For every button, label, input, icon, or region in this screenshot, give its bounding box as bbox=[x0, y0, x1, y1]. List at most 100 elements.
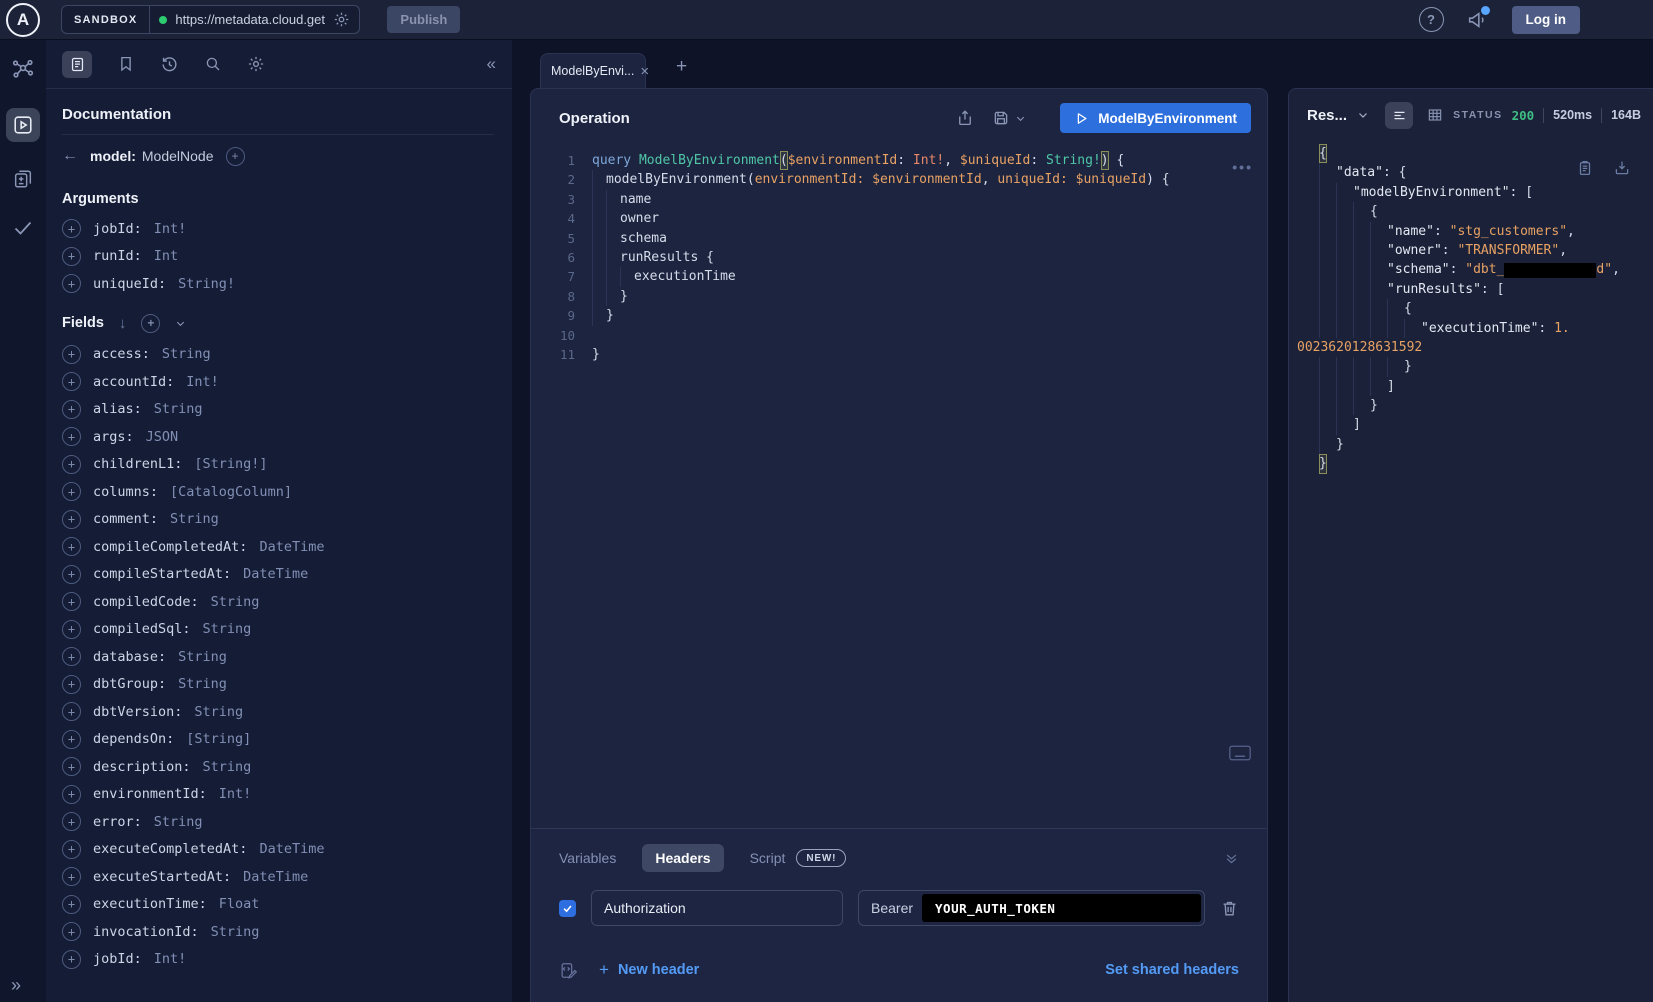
search-icon[interactable] bbox=[204, 55, 222, 73]
add-field-button[interactable]: + bbox=[62, 482, 81, 501]
doc-breadcrumb: ← model: ModelNode + bbox=[62, 137, 494, 175]
save-icon[interactable] bbox=[992, 109, 1010, 127]
add-field-button[interactable]: + bbox=[62, 922, 81, 941]
new-tab-button[interactable]: + bbox=[676, 56, 687, 78]
add-field-button[interactable]: + bbox=[62, 730, 81, 749]
add-field-button[interactable]: + bbox=[62, 592, 81, 611]
collapse-panel-icon[interactable]: « bbox=[487, 54, 496, 74]
tab-modelbyenvironment[interactable]: ModelByEnvi... × bbox=[540, 53, 646, 88]
keyboard-shortcuts-icon[interactable] bbox=[1229, 745, 1251, 761]
add-type-button[interactable]: + bbox=[226, 147, 245, 166]
field-name: compiledSql: bbox=[93, 621, 191, 637]
code-line: 1query ModelByEnvironment($environmentId… bbox=[531, 151, 1267, 170]
field-type: Float bbox=[219, 896, 260, 912]
collapse-bottom-panel-icon[interactable] bbox=[1224, 851, 1239, 866]
tab-script[interactable]: Script bbox=[750, 850, 786, 866]
settings-gear-icon[interactable] bbox=[247, 55, 265, 73]
add-field-button[interactable]: + bbox=[62, 647, 81, 666]
add-field-button[interactable]: + bbox=[62, 537, 81, 556]
response-title: Res... bbox=[1307, 107, 1347, 124]
chevron-down-icon[interactable] bbox=[175, 318, 186, 329]
back-arrow-icon[interactable]: ← bbox=[62, 147, 78, 165]
add-field-button[interactable]: + bbox=[62, 372, 81, 391]
add-field-button[interactable]: + bbox=[62, 757, 81, 776]
add-field-button[interactable]: + bbox=[62, 620, 81, 639]
fields-title: Fields bbox=[62, 315, 104, 331]
response-line: "name": "stg_customers", bbox=[1289, 222, 1653, 241]
indent-guide bbox=[1336, 377, 1353, 396]
add-field-button[interactable]: + bbox=[62, 274, 81, 293]
add-field-button[interactable]: + bbox=[62, 247, 81, 266]
add-field-button[interactable]: + bbox=[62, 895, 81, 914]
login-button[interactable]: Log in bbox=[1512, 6, 1581, 34]
field-type: Int! bbox=[154, 221, 187, 237]
add-field-button[interactable]: + bbox=[62, 510, 81, 529]
add-field-button[interactable]: + bbox=[62, 812, 81, 831]
header-enabled-checkbox[interactable] bbox=[559, 900, 576, 917]
indent-guide bbox=[1336, 396, 1353, 415]
edit-headers-as-text-icon[interactable] bbox=[559, 961, 578, 980]
field-row: +childrenL1:[String!] bbox=[62, 451, 494, 479]
tab-headers[interactable]: Headers bbox=[642, 844, 723, 872]
bookmark-icon[interactable] bbox=[117, 55, 135, 73]
table-view-toggle[interactable] bbox=[1421, 102, 1449, 129]
add-field-button[interactable]: + bbox=[62, 702, 81, 721]
expand-rail-icon[interactable]: » bbox=[11, 975, 21, 996]
copy-response-icon[interactable] bbox=[1576, 159, 1594, 177]
field-row: +accountId:Int! bbox=[62, 368, 494, 396]
set-shared-headers-button[interactable]: Set shared headers bbox=[1105, 962, 1239, 978]
checklist-icon[interactable] bbox=[11, 216, 35, 240]
add-field-button[interactable]: + bbox=[62, 950, 81, 969]
indent-guide bbox=[1353, 377, 1370, 396]
run-operation-button[interactable]: ModelByEnvironment bbox=[1060, 103, 1251, 133]
field-type: String bbox=[211, 594, 260, 610]
breadcrumb-type: ModelNode bbox=[142, 148, 214, 164]
add-field-button[interactable]: + bbox=[62, 785, 81, 804]
auth-token-field[interactable]: YOUR_AUTH_TOKEN bbox=[922, 894, 1201, 922]
header-key-value: Authorization bbox=[604, 900, 686, 916]
add-field-button[interactable]: + bbox=[62, 867, 81, 886]
add-field-button[interactable]: + bbox=[62, 427, 81, 446]
indent-guide bbox=[592, 190, 606, 209]
indent-guide bbox=[1319, 241, 1336, 260]
add-field-button[interactable]: + bbox=[62, 565, 81, 584]
header-key-input[interactable]: Authorization bbox=[591, 890, 843, 926]
sort-fields-icon[interactable]: ↓ bbox=[119, 315, 127, 332]
field-type: DateTime bbox=[259, 539, 324, 555]
explorer-tab-active[interactable] bbox=[6, 108, 40, 142]
header-value-input[interactable]: Bearer YOUR_AUTH_TOKEN bbox=[858, 890, 1205, 926]
checks-pages-icon[interactable] bbox=[12, 168, 34, 190]
add-field-button[interactable]: + bbox=[62, 840, 81, 859]
add-all-fields-button[interactable]: + bbox=[141, 314, 160, 333]
tab-variables[interactable]: Variables bbox=[559, 850, 616, 866]
graphql-editor[interactable]: 1query ModelByEnvironment($environmentId… bbox=[531, 147, 1267, 364]
download-response-icon[interactable] bbox=[1613, 159, 1631, 177]
publish-button[interactable]: Publish bbox=[387, 6, 460, 33]
response-line: "owner": "TRANSFORMER", bbox=[1289, 241, 1653, 260]
save-dropdown-chevron-icon[interactable] bbox=[1015, 113, 1026, 124]
indent-guide bbox=[1370, 319, 1387, 338]
response-line: { bbox=[1289, 202, 1653, 221]
raw-view-toggle[interactable] bbox=[1385, 102, 1413, 129]
response-dropdown-chevron-icon[interactable] bbox=[1357, 109, 1369, 121]
add-field-button[interactable]: + bbox=[62, 219, 81, 238]
indent-guide bbox=[1336, 415, 1353, 434]
add-field-button[interactable]: + bbox=[62, 675, 81, 694]
apollo-logo[interactable]: A bbox=[6, 3, 40, 37]
add-field-button[interactable]: + bbox=[62, 345, 81, 364]
editor-more-menu[interactable]: ••• bbox=[1232, 159, 1253, 175]
share-icon[interactable] bbox=[956, 109, 974, 127]
help-icon[interactable]: ? bbox=[1419, 7, 1444, 32]
endpoint-settings-gear-icon[interactable] bbox=[333, 11, 350, 28]
announcements-button[interactable] bbox=[1466, 9, 1488, 31]
new-header-button[interactable]: + New header bbox=[599, 960, 699, 980]
endpoint-url-input[interactable]: https://metadata.cloud.getd bbox=[150, 11, 359, 28]
delete-header-icon[interactable] bbox=[1220, 899, 1239, 918]
history-icon[interactable] bbox=[160, 55, 179, 74]
field-row: +jobId:Int! bbox=[62, 946, 494, 974]
documentation-tab-active[interactable] bbox=[62, 51, 92, 78]
close-tab-icon[interactable]: × bbox=[640, 63, 649, 80]
add-field-button[interactable]: + bbox=[62, 455, 81, 474]
add-field-button[interactable]: + bbox=[62, 400, 81, 419]
schema-graph-icon[interactable] bbox=[11, 58, 35, 82]
